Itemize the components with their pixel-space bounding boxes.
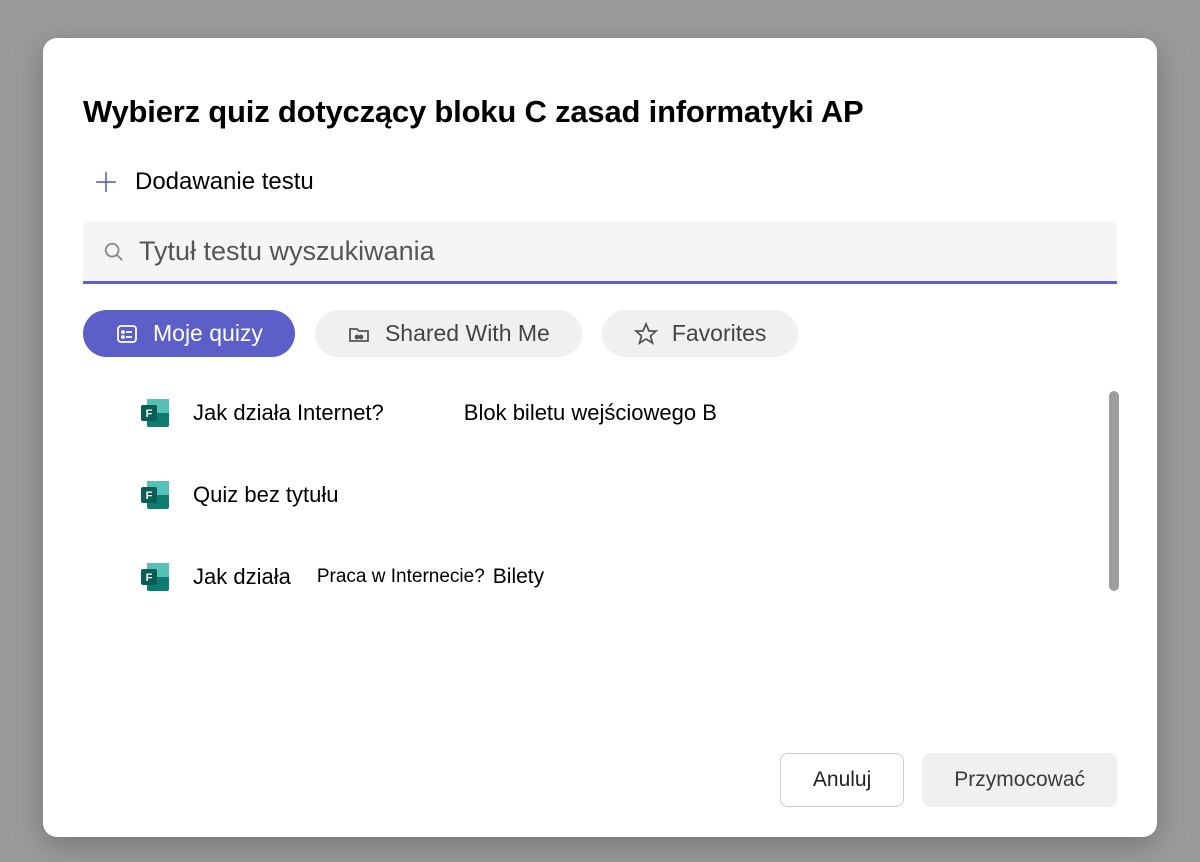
shared-folder-icon [347, 322, 371, 346]
forms-icon: F [139, 561, 171, 593]
list-icon [115, 322, 139, 346]
plus-icon [93, 169, 119, 195]
search-input[interactable] [139, 236, 1097, 267]
add-test-button[interactable]: Dodawanie testu [93, 168, 1117, 196]
quiz-item[interactable]: F Jak działa Praca w Internecie? Bilety [139, 561, 1117, 593]
quiz-list-container: F Jak działa Internet? Blok biletu wejśc… [83, 397, 1117, 657]
add-test-label: Dodawanie testu [135, 168, 314, 196]
tab-favorites[interactable]: Favorites [602, 310, 799, 357]
forms-icon: F [139, 479, 171, 511]
quiz-title: Jak działa Internet? [193, 400, 384, 426]
quiz-title: Quiz bez tytułu [193, 482, 339, 508]
svg-text:F: F [146, 572, 153, 584]
tab-label: Shared With Me [385, 320, 550, 347]
quiz-mid: Praca w Internecie? [317, 566, 485, 588]
quiz-sub: Blok biletu wejściowego B [464, 400, 717, 426]
quiz-item[interactable]: F Quiz bez tytułu [139, 479, 1117, 511]
filter-tabs: Moje quizy Shared With Me Favorites [83, 310, 1117, 357]
tab-my-quizzes[interactable]: Moje quizy [83, 310, 295, 357]
quiz-picker-modal: Wybierz quiz dotyczący bloku C zasad inf… [43, 38, 1157, 837]
search-icon [103, 241, 125, 263]
tab-label: Favorites [672, 320, 767, 347]
star-icon [634, 322, 658, 346]
search-box[interactable] [83, 222, 1117, 284]
quiz-title: Jak działa [193, 564, 291, 590]
scrollbar[interactable] [1109, 391, 1119, 591]
forms-icon: F [139, 397, 171, 429]
quiz-right: Bilety [493, 565, 544, 589]
svg-text:F: F [146, 490, 153, 502]
modal-title: Wybierz quiz dotyczący bloku C zasad inf… [83, 94, 1117, 130]
svg-text:F: F [146, 408, 153, 420]
tab-shared[interactable]: Shared With Me [315, 310, 582, 357]
cancel-button[interactable]: Anuluj [780, 753, 904, 807]
attach-button[interactable]: Przymocować [922, 753, 1117, 807]
quiz-item[interactable]: F Jak działa Internet? Blok biletu wejśc… [139, 397, 1117, 429]
tab-label: Moje quizy [153, 320, 263, 347]
modal-footer: Anuluj Przymocować [780, 753, 1117, 807]
quiz-list: F Jak działa Internet? Blok biletu wejśc… [83, 397, 1117, 593]
